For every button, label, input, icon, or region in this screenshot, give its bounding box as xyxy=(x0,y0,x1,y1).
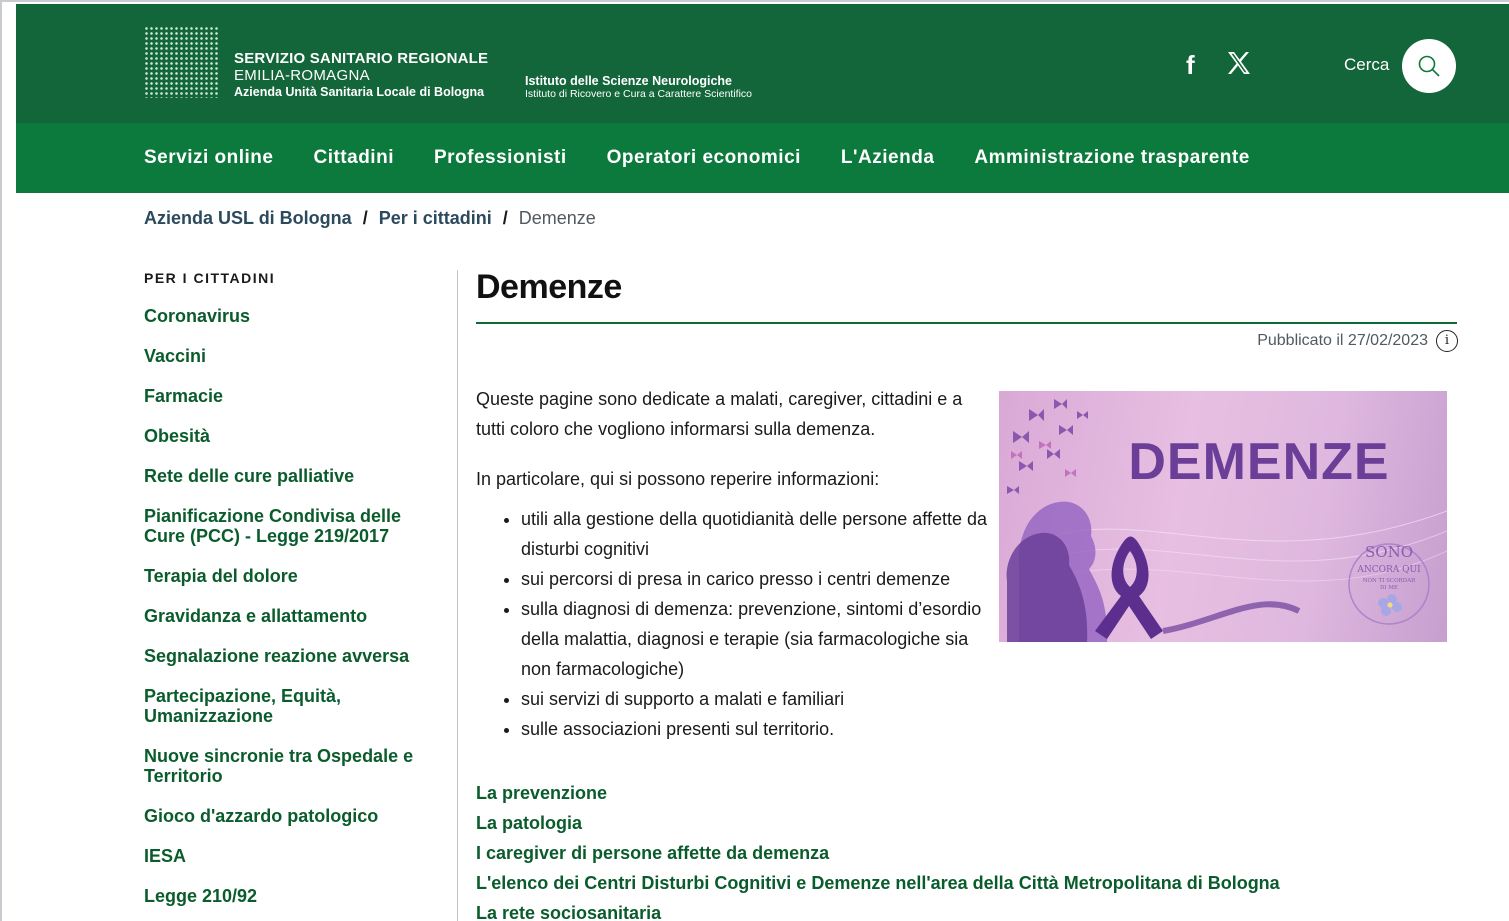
isnb-logo[interactable]: Istituto delle Scienze Neurologiche Isti… xyxy=(525,74,752,100)
main-nav: Servizi online Cittadini Professionisti … xyxy=(16,123,1509,193)
x-twitter-icon[interactable] xyxy=(1226,50,1252,83)
sidebar-item-farmacie[interactable]: Farmacie xyxy=(144,386,444,406)
sidebar-item-coronavirus[interactable]: Coronavirus xyxy=(144,306,444,326)
hero-badge-line4: DI ME xyxy=(1380,585,1398,591)
publication-date: Pubblicato il 27/02/2023 i xyxy=(1257,330,1458,352)
breadcrumb-link-home[interactable]: Azienda USL di Bologna xyxy=(144,208,352,229)
hero-title: DEMENZE xyxy=(1128,433,1389,491)
hero-badge-line1: SONO xyxy=(1365,543,1413,561)
search-label[interactable]: Cerca xyxy=(1344,55,1389,75)
published-text: Pubblicato il 27/02/2023 xyxy=(1257,332,1428,349)
sidebar-item-pcc[interactable]: Pianificazione Condivisa delle Cure (PCC… xyxy=(144,506,444,546)
sidebar: PER I CITTADINI Coronavirus Vaccini Farm… xyxy=(144,270,444,921)
sidebar-divider xyxy=(457,270,458,921)
sidebar-item-gioco-azzardo[interactable]: Gioco d'azzardo patologico xyxy=(144,806,444,826)
browser-frame: SERVIZIO SANITARIO REGIONALE EMILIA-ROMA… xyxy=(0,0,1509,921)
ssr-logo-text[interactable]: SERVIZIO SANITARIO REGIONALE EMILIA-ROMA… xyxy=(234,50,488,99)
hero-illustration: DEMENZE SONO ANCORA QUI NON TI SCORDAR D… xyxy=(1006,399,1447,642)
list-item: utili alla gestione della quotidianità d… xyxy=(521,504,991,564)
intro-paragraph-2: In particolare, qui si possono reperire … xyxy=(476,469,880,489)
sidebar-item-partecipazione[interactable]: Partecipazione, Equità, Umanizzazione xyxy=(144,686,444,726)
sidebar-item-nuove-sincronie[interactable]: Nuove sincronie tra Ospedale e Territori… xyxy=(144,746,444,786)
link-prevenzione[interactable]: La prevenzione xyxy=(476,778,1280,808)
list-item: sulle associazioni presenti sul territor… xyxy=(521,714,991,744)
page-title: Demenze xyxy=(476,268,622,306)
nav-item-professionisti[interactable]: Professionisti xyxy=(434,147,567,169)
nav-item-servizi-online[interactable]: Servizi online xyxy=(144,147,273,169)
link-rete-sociosanitaria[interactable]: La rete sociosanitaria xyxy=(476,898,1280,921)
section-links: La prevenzione La patologia I caregiver … xyxy=(476,778,1280,921)
sidebar-item-cure-palliative[interactable]: Rete delle cure palliative xyxy=(144,466,444,486)
sidebar-item-iesa[interactable]: IESA xyxy=(144,846,444,866)
breadcrumb-link-cittadini[interactable]: Per i cittadini xyxy=(379,208,492,229)
facebook-icon[interactable]: f xyxy=(1186,50,1195,81)
info-list: utili alla gestione della quotidianità d… xyxy=(476,504,991,744)
intro-paragraph: Queste pagine sono dedicate a malati, ca… xyxy=(476,389,963,439)
info-icon[interactable]: i xyxy=(1436,330,1458,352)
inst-line-2: Istituto di Ricovero e Cura a Carattere … xyxy=(525,88,753,101)
sidebar-title: PER I CITTADINI xyxy=(144,270,276,286)
nav-item-amministrazione-trasparente[interactable]: Amministrazione trasparente xyxy=(974,147,1249,169)
breadcrumb-separator: / xyxy=(362,208,368,228)
breadcrumb: Azienda USL di Bologna / Per i cittadini… xyxy=(144,208,596,229)
breadcrumb-separator: / xyxy=(502,208,508,228)
sidebar-item-legge-210[interactable]: Legge 210/92 xyxy=(144,886,444,906)
hero-badge-line3: NON TI SCORDAR xyxy=(1363,578,1416,584)
search-icon xyxy=(1418,55,1440,77)
nav-item-cittadini[interactable]: Cittadini xyxy=(313,147,394,169)
link-caregiver[interactable]: I caregiver di persone affette da demenz… xyxy=(476,838,1280,868)
link-elenco-centri[interactable]: L'elenco dei Centri Disturbi Cognitivi e… xyxy=(476,868,1280,898)
org-line-3: Azienda Unità Sanitaria Locale di Bologn… xyxy=(234,84,485,99)
sidebar-item-terapia-dolore[interactable]: Terapia del dolore xyxy=(144,566,444,586)
nav-item-operatori-economici[interactable]: Operatori economici xyxy=(607,147,801,169)
list-item: sui percorsi di presa in carico presso i… xyxy=(521,564,991,594)
search-button[interactable] xyxy=(1402,39,1456,93)
hero-badge-line2: ANCORA QUI xyxy=(1356,565,1421,575)
list-item: sui servizi di supporto a malati e famil… xyxy=(521,684,991,714)
site-header: SERVIZIO SANITARIO REGIONALE EMILIA-ROMA… xyxy=(16,4,1509,123)
sidebar-item-vaccini[interactable]: Vaccini xyxy=(144,346,444,366)
sidebar-item-obesita[interactable]: Obesità xyxy=(144,426,444,446)
main-content: Demenze Pubblicato il 27/02/2023 i Quest… xyxy=(476,268,1458,921)
list-item: sulla diagnosi di demenza: prevenzione, … xyxy=(521,594,991,684)
ssr-logo-icon[interactable] xyxy=(144,26,220,98)
nav-item-azienda[interactable]: L'Azienda xyxy=(841,147,934,169)
breadcrumb-current: Demenze xyxy=(518,208,596,228)
demenze-hero-image: DEMENZE SONO ANCORA QUI NON TI SCORDAR D… xyxy=(999,391,1447,642)
org-line-1: SERVIZIO SANITARIO REGIONALE xyxy=(234,50,489,67)
article-body: Queste pagine sono dedicate a malati, ca… xyxy=(476,384,991,744)
inst-line-1: Istituto delle Scienze Neurologiche xyxy=(525,74,732,88)
sidebar-item-segnalazione[interactable]: Segnalazione reazione avversa xyxy=(144,646,444,666)
link-patologia[interactable]: La patologia xyxy=(476,808,1280,838)
org-line-2: EMILIA-ROMAGNA xyxy=(234,67,370,85)
sidebar-item-gravidanza[interactable]: Gravidanza e allattamento xyxy=(144,606,444,626)
title-divider xyxy=(476,322,1457,324)
